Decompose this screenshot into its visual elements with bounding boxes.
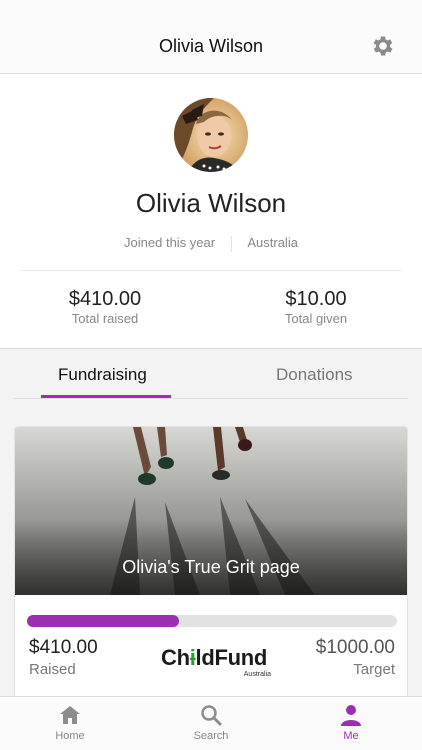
- total-raised-label: Total raised: [71, 311, 139, 326]
- total-given-label: Total given: [284, 311, 348, 326]
- card-title: Olivia's True Grit page: [122, 557, 300, 577]
- profile-section: Olivia Wilson Joined this year Australia…: [0, 74, 422, 349]
- profile-meta: Joined this year Australia: [0, 235, 422, 252]
- nav-home-label: Home: [55, 730, 85, 742]
- meta-divider: [230, 235, 232, 252]
- tab-fundraising[interactable]: Fundraising: [58, 365, 147, 385]
- joined-text: Joined this year: [124, 235, 216, 250]
- fundraising-page-card[interactable]: Olivia's True Grit page $410.00 Raised C…: [14, 426, 408, 706]
- progress-fill: [27, 615, 179, 627]
- home-icon: [60, 706, 80, 724]
- bottom-navigation: Home Search Me: [0, 696, 422, 750]
- location-text: Australia: [247, 235, 298, 250]
- top-bar: Olivia Wilson: [0, 0, 422, 74]
- target-label: Target: [353, 661, 395, 678]
- nav-search-label: Search: [193, 730, 229, 742]
- total-raised-value: $410.00: [68, 288, 142, 310]
- progress-bar: [27, 615, 397, 627]
- settings-gear-icon[interactable]: [370, 33, 396, 59]
- total-raised-stat: $410.00 Total raised: [35, 288, 175, 326]
- person-icon: [341, 705, 361, 726]
- total-given-stat: $10.00 Total given: [246, 288, 386, 326]
- profile-name: Olivia Wilson: [135, 188, 287, 218]
- logo-text: ChɨldFund: [161, 645, 268, 670]
- raised-label: Raised: [29, 661, 76, 678]
- nav-me-label: Me: [343, 730, 359, 742]
- avatar-photo: [174, 98, 248, 172]
- logo-subtext: Australia: [243, 671, 271, 678]
- search-icon: [201, 705, 222, 726]
- active-tab-indicator: [41, 395, 171, 398]
- section-divider: [20, 270, 402, 271]
- tab-donations[interactable]: Donations: [276, 365, 353, 385]
- target-amount: $1000.00: [315, 637, 395, 658]
- tab-bar: Fundraising Donations: [14, 349, 408, 399]
- header-title: Olivia Wilson: [158, 36, 264, 56]
- nav-home[interactable]: Home: [30, 703, 110, 742]
- avatar[interactable]: [174, 98, 248, 172]
- childfund-logo: ChɨldFund Australia: [161, 645, 271, 679]
- nav-search[interactable]: Search: [171, 703, 251, 742]
- nav-me[interactable]: Me: [311, 703, 391, 742]
- raised-amount: $410.00: [29, 637, 98, 658]
- total-given-value: $10.00: [285, 288, 347, 310]
